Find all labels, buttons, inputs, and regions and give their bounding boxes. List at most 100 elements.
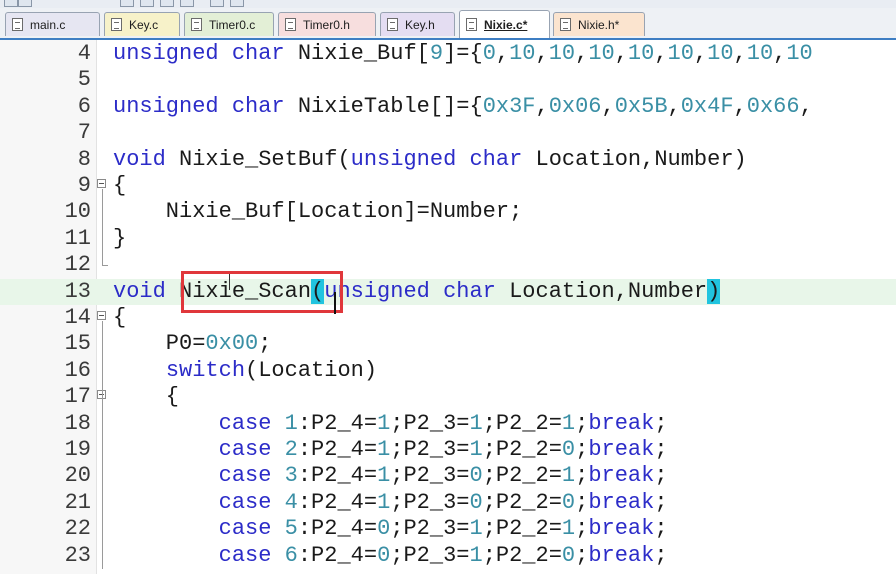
toolbar-button[interactable] xyxy=(120,0,134,7)
mouse-cursor xyxy=(229,274,230,290)
line-number: 16 xyxy=(64,358,91,383)
code-text: case 2:P2_4=1;P2_3=1;P2_2=0;break; xyxy=(113,437,668,463)
code-token: ;P2_3= xyxy=(390,437,470,462)
keyword-token: void xyxy=(113,147,166,172)
number-token: 0 xyxy=(469,463,483,488)
fold-guide xyxy=(102,321,103,569)
number-token: 0x06 xyxy=(548,94,602,119)
code-token: , xyxy=(693,41,708,66)
code-token: ; xyxy=(575,543,589,568)
toolbar-button[interactable] xyxy=(4,0,18,7)
code-line[interactable]: 9{ xyxy=(0,173,896,199)
code-token: , xyxy=(614,41,628,66)
highlight-box xyxy=(181,271,343,313)
keyword-token: switch xyxy=(165,358,246,383)
tab-main-c[interactable]: main.c xyxy=(5,12,100,36)
code-token: { xyxy=(113,173,127,198)
code-line[interactable]: 8 void Nixie_SetBuf(unsigned char Locatio… xyxy=(0,147,896,173)
keyword-token: break xyxy=(588,437,655,462)
fold-guide-end xyxy=(102,265,108,266)
keyword-token: break xyxy=(588,516,655,541)
code-line[interactable]: 12 xyxy=(0,252,896,278)
toolbar-button[interactable] xyxy=(210,0,224,7)
toolbar-button[interactable] xyxy=(18,0,32,7)
line-number: 9 xyxy=(77,173,91,198)
code-token: ; xyxy=(575,490,589,515)
line-number: 15 xyxy=(64,331,91,356)
number-token: 10 xyxy=(786,41,813,66)
line-number: 18 xyxy=(64,411,91,436)
code-line[interactable]: 10 Nixie_Buf[Location]=Number; xyxy=(0,199,896,225)
toolbar-button[interactable] xyxy=(180,0,194,7)
code-token: ; xyxy=(654,490,668,515)
code-token: ; xyxy=(654,543,668,568)
code-line[interactable]: 4 unsigned char Nixie_Buf[9]={0,10,10,10,… xyxy=(0,41,896,67)
code-token: P0= xyxy=(113,331,206,356)
code-token: ;P2_3= xyxy=(390,490,470,515)
tab-timer0-h[interactable]: Timer0.h xyxy=(278,12,376,36)
toolbar-button[interactable] xyxy=(140,0,154,7)
code-editor[interactable]: 4 unsigned char Nixie_Buf[9]={0,10,10,10,… xyxy=(0,40,896,574)
code-line[interactable]: 23 case 6:P2_4=0;P2_3=1;P2_2=0;break; xyxy=(0,543,896,569)
code-line[interactable]: 11} xyxy=(0,226,896,252)
number-token: 1 xyxy=(561,516,576,541)
file-icon xyxy=(285,18,296,31)
code-line[interactable]: 5 xyxy=(0,67,896,93)
number-token: 10 xyxy=(627,41,655,66)
code-text: { xyxy=(113,384,179,410)
code-text: case 4:P2_4=1;P2_3=0;P2_2=0;break; xyxy=(113,490,668,516)
tab-timer0-c[interactable]: Timer0.c xyxy=(184,12,274,36)
code-line[interactable]: 7 xyxy=(0,120,896,146)
tab-nixie-h[interactable]: Nixie.h* xyxy=(553,12,645,36)
line-number: 19 xyxy=(64,437,91,462)
code-token: :P2_4= xyxy=(297,437,378,462)
code-line[interactable]: 16 switch(Location) xyxy=(0,358,896,384)
number-token: 0 xyxy=(561,543,576,568)
code-line[interactable]: 17 { xyxy=(0,384,896,410)
code-line[interactable]: 6 unsigned char NixieTable[]={0x3F,0x06,0… xyxy=(0,94,896,120)
toolbar-button[interactable] xyxy=(160,0,174,7)
code-token: ; xyxy=(575,463,589,488)
tab-nixie-c[interactable]: Nixie.c* xyxy=(459,10,550,38)
code-token: Nixie_Buf[ xyxy=(284,41,430,66)
code-token: ;P2_3= xyxy=(390,463,470,488)
code-text: case 3:P2_4=1;P2_3=0;P2_2=1;break; xyxy=(113,463,668,489)
code-line[interactable]: 22 case 5:P2_4=0;P2_3=1;P2_2=1;break; xyxy=(0,516,896,542)
code-line[interactable]: 15 P0=0x00; xyxy=(0,331,896,357)
code-token: , xyxy=(601,94,615,119)
line-number: 21 xyxy=(64,490,91,515)
tab-label: main.c xyxy=(30,17,66,32)
fold-guide xyxy=(102,189,103,265)
toolbar-button[interactable] xyxy=(230,0,244,7)
code-token: ; xyxy=(575,437,589,462)
fold-toggle-icon[interactable] xyxy=(97,311,106,320)
code-line[interactable]: 18 case 1:P2_4=1;P2_3=1;P2_2=1;break; xyxy=(0,411,896,437)
code-token: , xyxy=(535,94,549,119)
number-token: 9 xyxy=(429,41,444,66)
number-token: 0 xyxy=(377,516,391,541)
keyword-token: unsigned xyxy=(350,147,457,172)
fold-toggle-icon[interactable] xyxy=(97,179,106,188)
code-line[interactable]: 19 case 2:P2_4=1;P2_3=1;P2_2=0;break; xyxy=(0,437,896,463)
number-token: 2 xyxy=(284,437,298,462)
line-number: 23 xyxy=(64,543,91,568)
tab-label: Timer0.c xyxy=(209,17,256,32)
tab-key-h[interactable]: Key.h xyxy=(380,12,455,36)
code-line[interactable]: 13 void Nixie_Scan(unsigned char Location… xyxy=(0,279,896,305)
tab-key-c[interactable]: Key.c xyxy=(104,12,180,36)
code-token: } xyxy=(113,226,127,251)
code-line[interactable]: 20 case 3:P2_4=1;P2_3=0;P2_2=1;break; xyxy=(0,463,896,489)
code-token: ; xyxy=(654,516,668,541)
code-token: :P2_4= xyxy=(297,411,378,436)
keyword-token: unsigned xyxy=(113,41,219,66)
keyword-token: case xyxy=(218,516,272,541)
code-token: Nixie_SetBuf( xyxy=(165,147,351,172)
code-line[interactable]: 21 case 4:P2_4=1;P2_3=0;P2_2=0;break; xyxy=(0,490,896,516)
number-token: 0 xyxy=(561,490,576,515)
code-line[interactable]: 14 { xyxy=(0,305,896,331)
keyword-token: case xyxy=(218,490,272,515)
code-text: } xyxy=(113,226,126,252)
number-token: 1 xyxy=(469,543,483,568)
